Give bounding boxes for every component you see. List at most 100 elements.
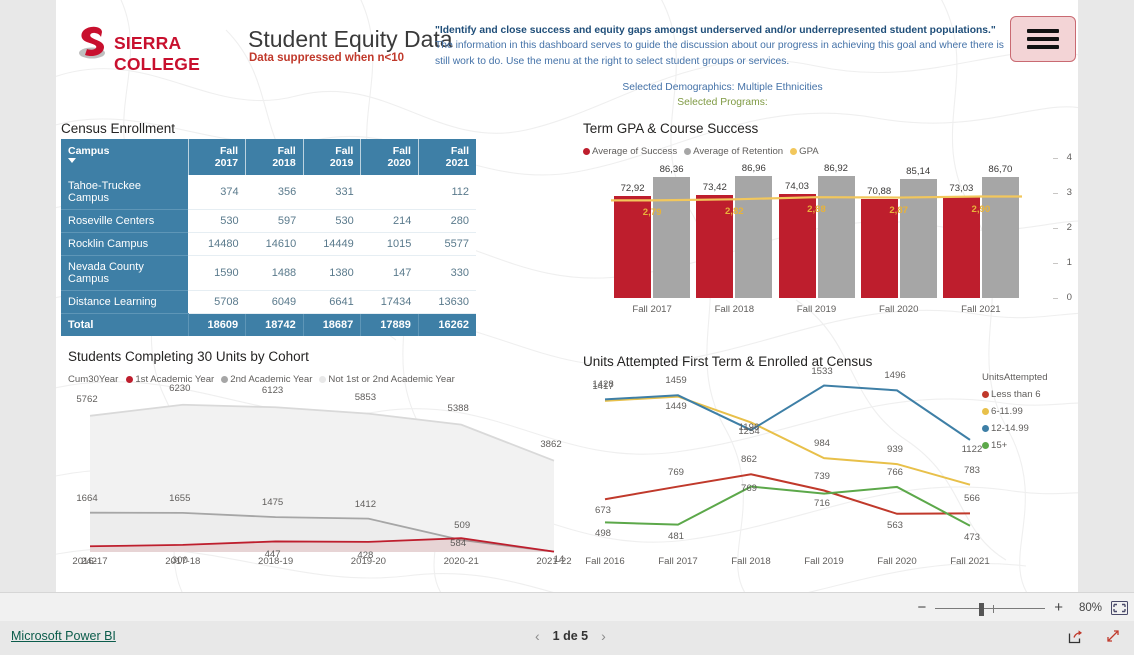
selected-demographics-label: Selected Demographics: Multiple Ethnicit… bbox=[622, 82, 823, 93]
column-header-fall-2017[interactable]: Fall 2017 bbox=[187, 139, 246, 175]
zoom-slider-track bbox=[935, 607, 1046, 609]
table-cell[interactable]: 5577 bbox=[418, 232, 476, 256]
line-data-label: 862 bbox=[740, 454, 757, 466]
fullscreen-button[interactable] bbox=[1104, 627, 1122, 645]
legend-item[interactable]: 6-11.99 bbox=[982, 406, 1048, 417]
zoom-in-button[interactable]: + bbox=[1054, 600, 1063, 615]
gpa-trend-line bbox=[611, 195, 1022, 202]
area-data-label: 1475 bbox=[261, 497, 284, 509]
legend-color-dot bbox=[982, 390, 989, 398]
column-header-campus[interactable]: Campus bbox=[61, 139, 188, 175]
mission-quote: "Identify and close success and equity g… bbox=[435, 25, 996, 36]
total-cell: 18609 bbox=[187, 313, 246, 336]
line-data-label: 473 bbox=[963, 531, 980, 543]
table-cell[interactable]: 1380 bbox=[303, 255, 361, 291]
hamburger-menu-button[interactable] bbox=[1010, 16, 1076, 62]
units-attempted-chart[interactable]: 673 769 862 739 563 566 1417 1449 1254 984 939 783 1… bbox=[583, 348, 1078, 578]
row-label-cell[interactable]: Nevada County Campus bbox=[61, 255, 188, 291]
table-row[interactable]: Distance Learning 5708 6049 6641 17434 13630 bbox=[61, 290, 476, 314]
table-cell[interactable]: 13630 bbox=[418, 290, 476, 314]
column-header-fall-2019[interactable]: Fall 2019 bbox=[302, 139, 361, 175]
row-label-cell[interactable]: Tahoe-Truckee Campus bbox=[61, 175, 188, 210]
fit-to-page-icon bbox=[1111, 600, 1128, 615]
students-completing-30-units-chart[interactable]: 242 300 447 428 584 14 1664 1655 1475 1412 509 5762… bbox=[66, 348, 576, 578]
table-row[interactable]: Roseville Centers 530 597 530 214 280 bbox=[61, 209, 476, 233]
zoom-slider[interactable] bbox=[935, 602, 1046, 616]
x-axis-tick-label: Fall 2019 bbox=[804, 556, 844, 567]
census-enrollment-table[interactable]: Campus Fall 2017 Fall 2018 Fall 2019 Fal… bbox=[61, 139, 476, 336]
zoom-out-button[interactable]: − bbox=[917, 600, 926, 615]
x-axis-tick-label: Fall 2021 bbox=[950, 556, 990, 567]
line-data-label: 739 bbox=[813, 470, 830, 482]
column-header-fall-2021[interactable]: Fall 2021 bbox=[417, 139, 476, 175]
area-data-label: 3862 bbox=[540, 438, 562, 450]
legend-item[interactable]: Less than 6 bbox=[982, 389, 1048, 400]
table-row[interactable]: Rocklin Campus 14480 14610 14449 1015 5577 bbox=[61, 232, 476, 256]
table-cell[interactable]: 530 bbox=[303, 209, 361, 233]
table-row[interactable]: Tahoe-Truckee Campus 374 356 331 112 bbox=[61, 175, 476, 210]
table-cell[interactable]: 1590 bbox=[188, 255, 246, 291]
report-canvas: SIERRA COLLEGE Student Equity Data Data … bbox=[56, 0, 1078, 592]
row-label-cell[interactable]: Distance Learning bbox=[61, 290, 188, 314]
sierra-s-mark-icon bbox=[79, 26, 105, 59]
y2-axis-tick-label: 2 bbox=[1066, 222, 1072, 233]
units-chart-legend[interactable]: UnitsAttempted Less than 6 6-11.99 12-14.99… bbox=[982, 372, 1048, 457]
table-cell[interactable]: 374 bbox=[188, 175, 246, 210]
table-cell[interactable]: 14480 bbox=[188, 232, 246, 256]
table-cell[interactable]: 331 bbox=[303, 175, 361, 210]
canvas-right-gutter bbox=[1078, 0, 1134, 592]
microsoft-power-bi-link[interactable]: Microsoft Power BI bbox=[11, 629, 116, 643]
table-cell[interactable]: 14449 bbox=[303, 232, 361, 256]
previous-page-button[interactable]: ‹ bbox=[535, 629, 540, 643]
area-data-label: 1664 bbox=[76, 492, 98, 504]
line-data-label: 769 bbox=[740, 482, 757, 494]
legend-label: Less than 6 bbox=[991, 389, 1041, 400]
table-cell[interactable]: 5708 bbox=[188, 290, 246, 314]
table-cell[interactable]: 280 bbox=[418, 209, 476, 233]
table-cell[interactable]: 330 bbox=[418, 255, 476, 291]
zoom-slider-handle[interactable] bbox=[979, 602, 985, 616]
table-cell[interactable]: 597 bbox=[245, 209, 304, 233]
canvas-left-gutter bbox=[0, 0, 56, 592]
x-axis-tick-label: 2019-20 bbox=[350, 556, 386, 567]
line-data-label: 1533 bbox=[811, 365, 833, 377]
table-cell[interactable]: 6049 bbox=[245, 290, 304, 314]
y2-axis-tick bbox=[1053, 263, 1058, 264]
table-cell[interactable]: 112 bbox=[418, 175, 476, 210]
table-cell[interactable]: 14610 bbox=[245, 232, 304, 256]
share-button[interactable] bbox=[1067, 628, 1084, 645]
table-row[interactable]: Nevada County Campus 1590 1488 1380 147 330 bbox=[61, 255, 476, 291]
next-page-button[interactable]: › bbox=[601, 629, 606, 643]
row-label-cell[interactable]: Roseville Centers bbox=[61, 209, 188, 233]
line-data-label: 481 bbox=[667, 530, 684, 542]
table-cell[interactable]: 17434 bbox=[360, 290, 419, 314]
legend-item[interactable]: 15+ bbox=[982, 440, 1048, 451]
column-header-fall-2020[interactable]: Fall 2020 bbox=[360, 139, 419, 175]
page-indicator: 1 de 5 bbox=[552, 629, 589, 643]
table-cell[interactable]: 356 bbox=[245, 175, 304, 210]
y2-axis-tick bbox=[1053, 158, 1058, 159]
x-axis-tick-label: 2018-19 bbox=[257, 556, 294, 567]
table-cell[interactable]: 1015 bbox=[360, 232, 419, 256]
row-label-cell[interactable]: Rocklin Campus bbox=[61, 232, 188, 256]
table-cell[interactable]: 530 bbox=[188, 209, 246, 233]
gpa-course-success-chart[interactable]: 72,92 86,36 2,79 Fall 2017 73,42 86,96 2,82 Fal… bbox=[583, 124, 1078, 320]
table-cell[interactable]: 214 bbox=[360, 209, 419, 233]
table-cell[interactable]: 6641 bbox=[303, 290, 361, 314]
sort-descending-icon bbox=[68, 158, 76, 163]
table-cell[interactable]: 1488 bbox=[245, 255, 304, 291]
sierra-college-logo: SIERRA COLLEGE bbox=[78, 26, 248, 74]
page-navigator: ‹ 1 de 5 › bbox=[535, 629, 606, 643]
table-cell[interactable] bbox=[360, 175, 419, 210]
fit-to-page-button[interactable] bbox=[1111, 600, 1128, 615]
column-header-fall-2018[interactable]: Fall 2018 bbox=[245, 139, 304, 175]
area-data-label: 1655 bbox=[169, 492, 191, 504]
area-data-label: 5762 bbox=[76, 393, 98, 405]
line-data-label: 984 bbox=[813, 438, 830, 450]
table-cell[interactable]: 147 bbox=[360, 255, 419, 291]
area-data-label: 1412 bbox=[354, 498, 377, 510]
line-data-label: 1459 bbox=[665, 375, 687, 387]
legend-item[interactable]: 12-14.99 bbox=[982, 423, 1048, 434]
line-data-label: 1428 bbox=[592, 379, 614, 391]
mission-body: The information in this dashboard serves… bbox=[435, 40, 1004, 67]
